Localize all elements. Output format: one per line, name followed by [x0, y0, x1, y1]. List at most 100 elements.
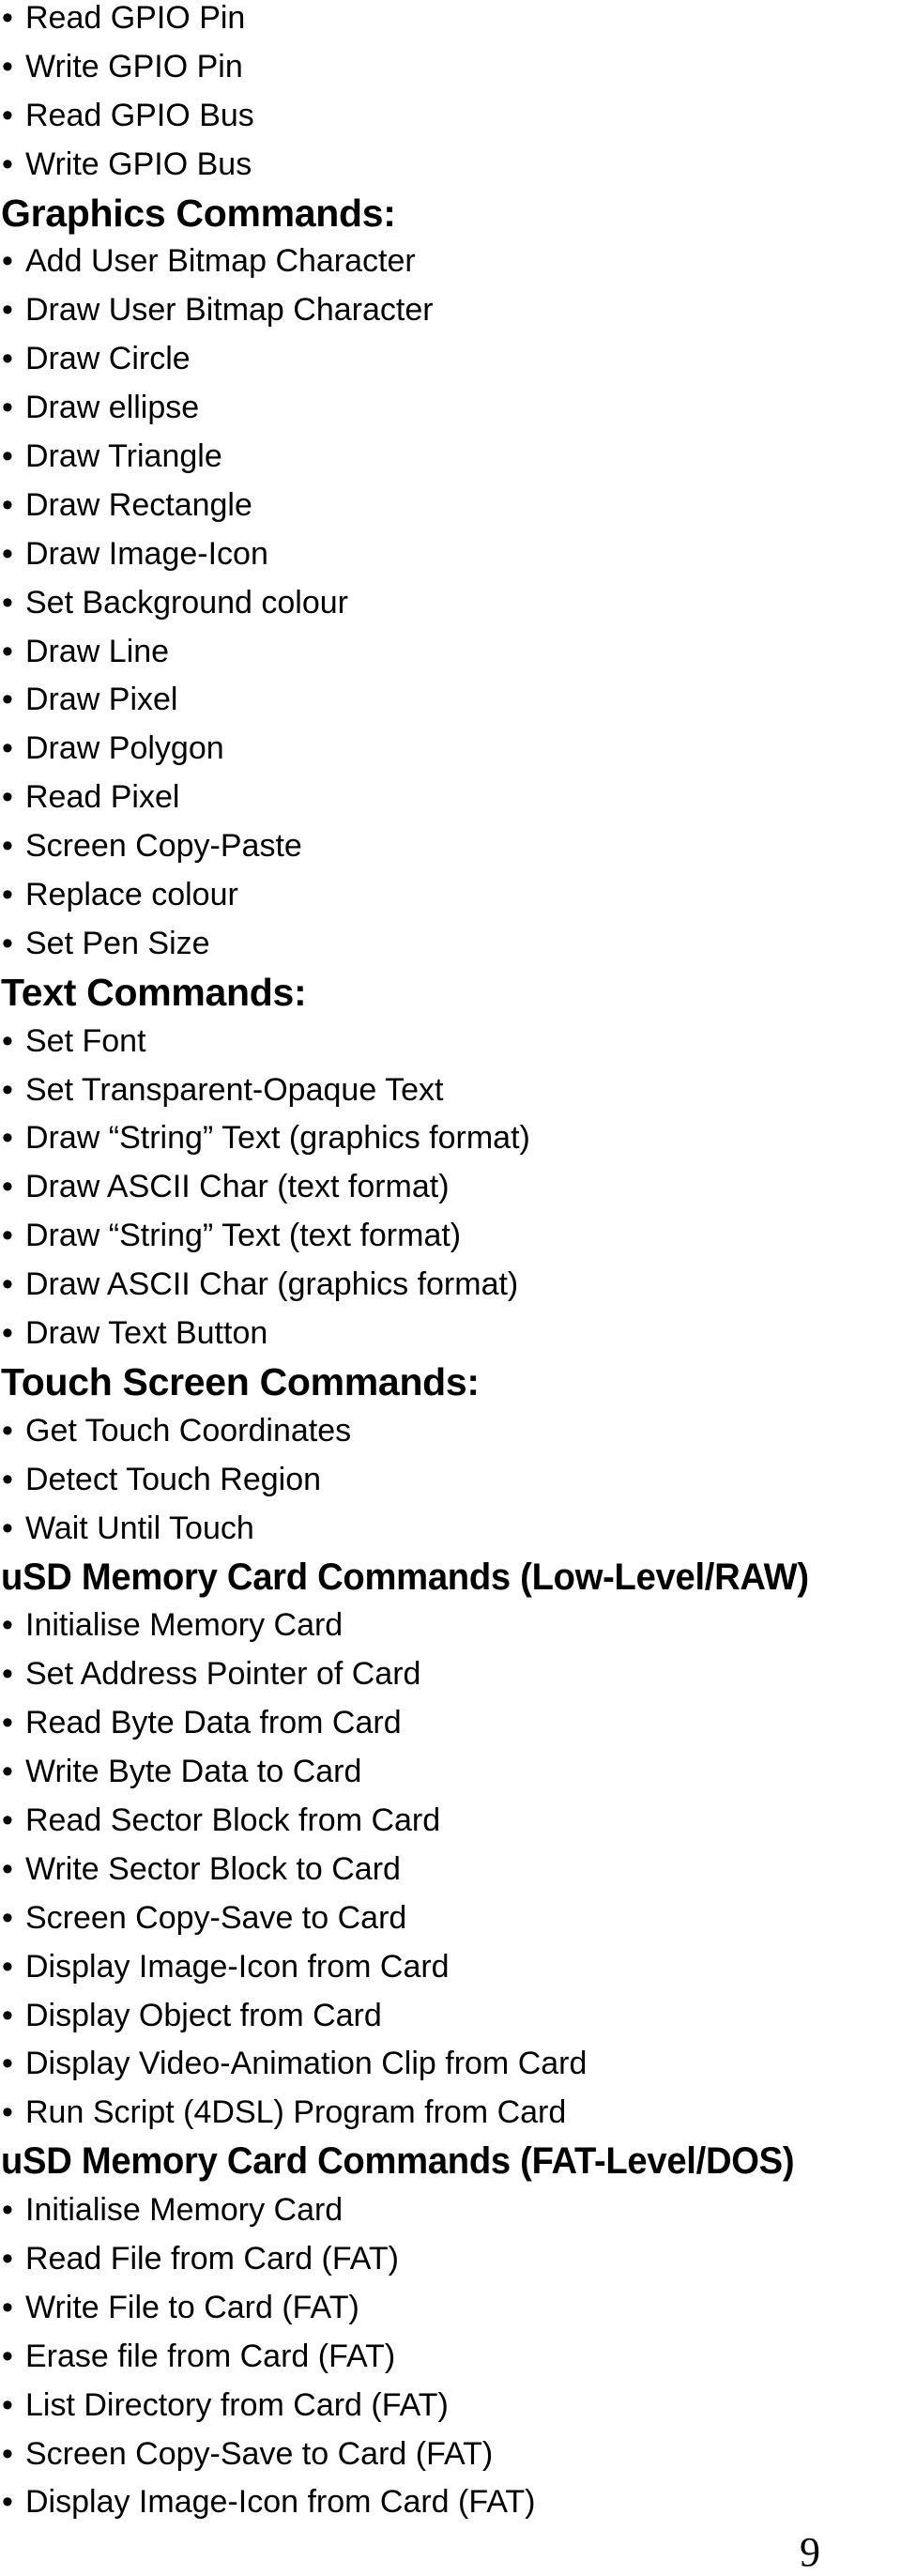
bullet-icon: •: [2, 1169, 13, 1205]
list-item-label: Set Pen Size: [25, 925, 210, 961]
list-item: • Display Image-Icon from Card: [0, 1943, 901, 1992]
list-item: • Add User Bitmap Character: [0, 238, 901, 286]
bullet-icon: •: [2, 1607, 13, 1644]
list-item-label: Write Byte Data to Card: [25, 1754, 362, 1790]
list-item: • Draw Triangle: [0, 433, 901, 482]
list-item-label: Write File to Card (FAT): [25, 2289, 359, 2325]
bullet-icon: •: [2, 1461, 13, 1497]
bullet-icon: •: [2, 1899, 13, 1936]
list-item: • Write GPIO Bus: [0, 141, 901, 190]
list-item: • Set Background colour: [0, 579, 901, 628]
bullet-icon: •: [2, 1510, 13, 1546]
bullet-icon: •: [2, 2484, 13, 2521]
list-item-label: Set Background colour: [25, 584, 348, 621]
list-item: • Draw Line: [0, 628, 901, 677]
list-item: • Erase file from Card (FAT): [0, 2333, 901, 2382]
bullet-icon: •: [2, 1754, 13, 1790]
list-item-label: Set Transparent-Opaque Text: [25, 1071, 444, 1108]
list-item-label: Replace colour: [25, 877, 238, 913]
list-item-label: Add User Bitmap Character: [25, 243, 416, 280]
bullet-icon: •: [2, 1022, 13, 1059]
list-item-label: Display Image-Icon from Card: [25, 1948, 450, 1985]
bullet-icon: •: [2, 292, 13, 329]
bullet-icon: •: [2, 97, 13, 133]
list-item-label: List Directory from Card (FAT): [25, 2386, 449, 2423]
list-item: • Draw User Bitmap Character: [0, 286, 901, 335]
list-item-label: Screen Copy-Save to Card (FAT): [25, 2435, 494, 2472]
bullet-icon: •: [2, 1218, 13, 1254]
list-item-label: Draw “String” Text (text format): [25, 1218, 462, 1254]
list-item-label: Draw Triangle: [25, 438, 222, 475]
bullet-icon: •: [2, 2192, 13, 2229]
bullet-icon: •: [2, 438, 13, 475]
bullet-icon: •: [2, 0, 13, 36]
section-heading: Graphics Commands:: [1, 191, 396, 235]
bullet-icon: •: [2, 390, 13, 426]
bullet-icon: •: [2, 2386, 13, 2423]
list-item: • Display Image-Icon from Card (FAT): [0, 2478, 901, 2527]
page-number: 9: [800, 2529, 820, 2575]
list-item: • Set Font: [0, 1018, 901, 1066]
section-heading: Text Commands:: [1, 970, 307, 1014]
list-item: • Draw Pixel: [0, 676, 901, 725]
list-item-label: Draw User Bitmap Character: [25, 292, 434, 329]
list-item: • Set Pen Size: [0, 920, 901, 969]
list-item: • Draw ASCII Char (graphics format): [0, 1261, 901, 1310]
list-item-label: Set Font: [25, 1022, 146, 1059]
bullet-icon: •: [2, 2046, 13, 2082]
bullet-icon: •: [2, 682, 13, 718]
list-item-label: Draw “String” Text (graphics format): [25, 1120, 530, 1157]
bullet-icon: •: [2, 2094, 13, 2131]
list-item: • Read GPIO Bus: [0, 92, 901, 141]
command-list: • Read GPIO Pin • Write GPIO Pin • Read GPIO …: [0, 0, 901, 2527]
list-item-label: Draw Text Button: [25, 1315, 268, 1352]
list-item-label: Write GPIO Pin: [25, 48, 243, 84]
list-item: • Detect Touch Region: [0, 1456, 901, 1505]
list-item-label: Draw ASCII Char (graphics format): [25, 1266, 519, 1303]
list-item: • Draw Circle: [0, 335, 901, 384]
list-item: • Draw Rectangle: [0, 482, 901, 530]
bullet-icon: •: [2, 1120, 13, 1157]
list-item-label: Draw Circle: [25, 341, 191, 377]
bullet-icon: •: [2, 2289, 13, 2325]
bullet-icon: •: [2, 877, 13, 913]
list-item-label: Read Pixel: [25, 779, 180, 816]
list-item: • Write File to Card (FAT): [0, 2284, 901, 2333]
list-item-label: Draw Line: [25, 633, 170, 669]
list-item-label: Read Sector Block from Card: [25, 1802, 441, 1838]
list-item-label: Initialise Memory Card: [25, 2192, 344, 2229]
bullet-icon: •: [2, 1266, 13, 1303]
list-item: • Draw Text Button: [0, 1310, 901, 1358]
list-item: • Replace colour: [0, 871, 901, 920]
list-item-label: Draw ellipse: [25, 390, 200, 426]
list-item-label: Get Touch Coordinates: [25, 1412, 352, 1449]
list-item: • Display Object from Card: [0, 1992, 901, 2041]
list-item-label: Draw Image-Icon: [25, 535, 268, 572]
list-item: • Draw ASCII Char (text format): [0, 1163, 901, 1212]
list-item-label: Initialise Memory Card: [25, 1607, 344, 1644]
list-item-label: Erase file from Card (FAT): [25, 2338, 396, 2374]
bullet-icon: •: [2, 584, 13, 621]
list-item-label: Read GPIO Pin: [25, 0, 246, 36]
section-heading: uSD Memory Card Commands (Low-Level/RAW): [0, 1556, 809, 1598]
section-heading: uSD Memory Card Commands (FAT-Level/DOS): [0, 2140, 795, 2183]
bullet-icon: •: [2, 1656, 13, 1693]
list-item: • Write Sector Block to Card: [0, 1846, 901, 1894]
bullet-icon: •: [2, 486, 13, 523]
list-item-label: Read GPIO Bus: [25, 97, 254, 133]
bullet-icon: •: [2, 925, 13, 961]
list-item: • Draw Image-Icon: [0, 530, 901, 579]
list-item: • Get Touch Coordinates: [0, 1407, 901, 1456]
bullet-icon: •: [2, 730, 13, 767]
list-item: • Read Byte Data from Card: [0, 1699, 901, 1748]
list-item-label: Read File from Card (FAT): [25, 2240, 400, 2277]
list-item: • Set Address Pointer of Card: [0, 1650, 901, 1699]
list-item: • Draw Polygon: [0, 725, 901, 774]
list-item-label: Read Byte Data from Card: [25, 1705, 402, 1741]
list-item-label: Detect Touch Region: [25, 1461, 322, 1497]
list-item-label: Draw ASCII Char (text format): [25, 1169, 450, 1205]
list-item: • Initialise Memory Card: [0, 2186, 901, 2235]
bullet-icon: •: [2, 1802, 13, 1838]
list-item: • Screen Copy-Save to Card: [0, 1894, 901, 1943]
list-item: • Write GPIO Pin: [0, 43, 901, 92]
